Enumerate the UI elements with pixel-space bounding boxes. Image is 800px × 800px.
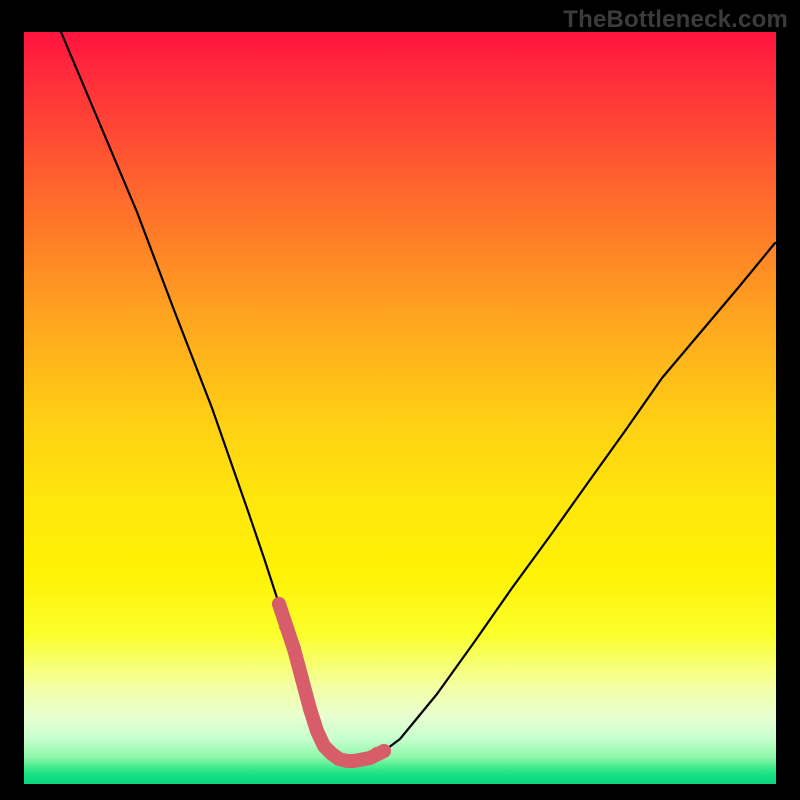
- bottleneck-curve-highlight: [279, 604, 384, 761]
- curve-svg: [24, 32, 776, 784]
- chart-frame: TheBottleneck.com: [0, 0, 800, 800]
- bottleneck-curve: [61, 32, 775, 761]
- watermark-text: TheBottleneck.com: [563, 6, 788, 34]
- highlight-dots: [272, 597, 391, 765]
- plot-area: [24, 32, 776, 784]
